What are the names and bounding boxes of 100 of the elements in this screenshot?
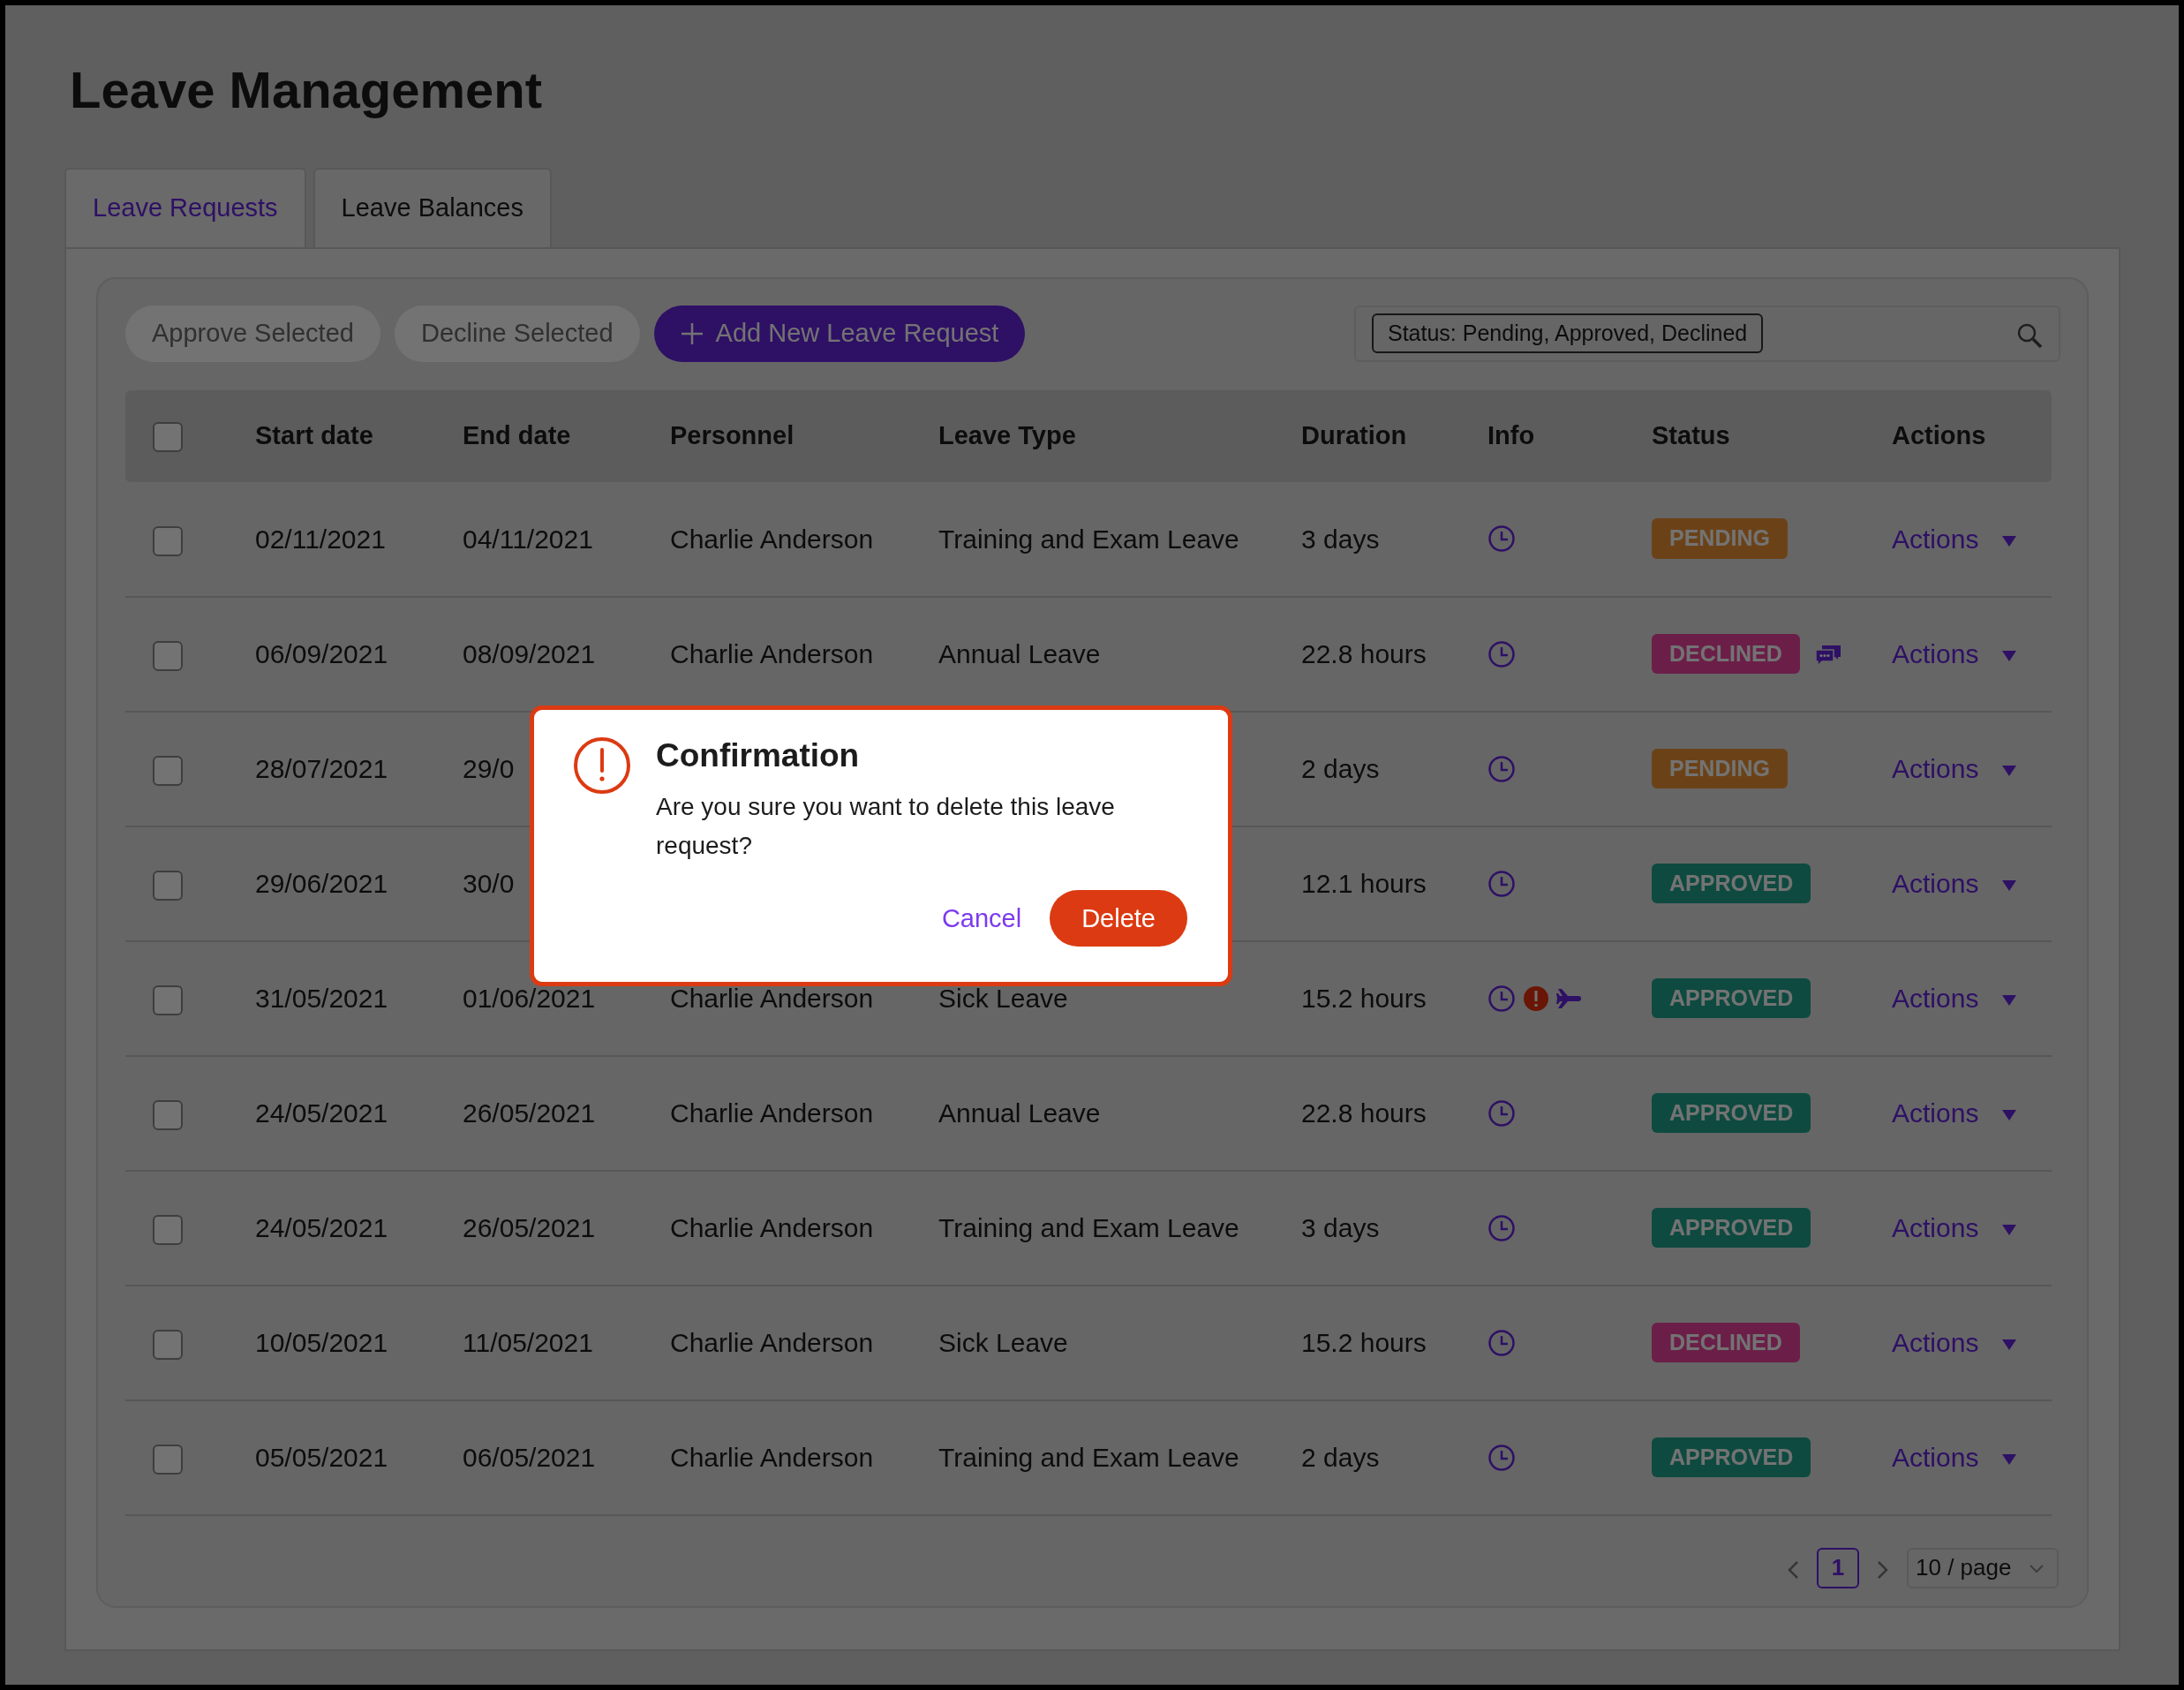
table-cell: 22.8 hours: [1301, 1098, 1427, 1128]
caret-icon: [2001, 1224, 2018, 1237]
status-tag: DECLINED: [1652, 1322, 1800, 1363]
actions-dropdown[interactable]: Actions: [1892, 518, 2018, 559]
action-button[interactable]: Approve Selected: [125, 305, 380, 362]
filter-tag[interactable]: Status: Pending, Approved, Declined: [1372, 313, 1764, 354]
status-tag: APPROVED: [1652, 863, 1811, 904]
table-cell: Annual Leave: [938, 1098, 1101, 1128]
clock-icon[interactable]: [1487, 1443, 1516, 1472]
page-title: Leave Management: [70, 60, 544, 120]
table-cell: 06/05/2021: [463, 1443, 596, 1472]
table-cell: 2 days: [1301, 754, 1380, 783]
actions-dropdown[interactable]: Actions: [1892, 978, 2018, 1018]
table-cell: Charlie Anderson: [670, 984, 874, 1013]
table-cell: 10/05/2021: [255, 1328, 388, 1357]
tab[interactable]: Leave Requests: [64, 168, 306, 247]
row-checkbox[interactable]: [153, 985, 183, 1016]
table-cell: 08/09/2021: [463, 639, 596, 668]
page-number[interactable]: 1: [1817, 1547, 1859, 1588]
actions-dropdown[interactable]: Actions: [1892, 1323, 2018, 1362]
next-page-icon[interactable]: [1877, 1560, 1889, 1581]
table-cell: Charlie Anderson: [670, 1443, 874, 1472]
clock-icon[interactable]: [1487, 869, 1516, 898]
column-header: Duration: [1301, 420, 1407, 449]
table-cell: Charlie Anderson: [670, 1098, 874, 1128]
table-cell: Charlie Anderson: [670, 639, 874, 668]
row-checkbox[interactable]: [153, 871, 183, 902]
select-all-checkbox[interactable]: [153, 422, 183, 453]
table-cell: 30/0: [463, 869, 515, 898]
table-cell: 05/05/2021: [255, 1443, 388, 1472]
page-size-value: 10 / page: [1916, 1553, 2012, 1582]
search-icon[interactable]: [2016, 322, 2043, 350]
page-size-select[interactable]: 10 / page: [1907, 1547, 2059, 1588]
actions-dropdown[interactable]: Actions: [1892, 1208, 2018, 1248]
row-checkbox[interactable]: [153, 1330, 183, 1361]
table-cell: Training and Exam Leave: [938, 1443, 1239, 1472]
table-cell: Sick Leave: [938, 1328, 1068, 1357]
table-cell: 06/09/2021: [255, 639, 388, 668]
clock-icon[interactable]: [1487, 1328, 1516, 1357]
delete-button[interactable]: Delete: [1050, 890, 1187, 947]
table-cell: Charlie Anderson: [670, 524, 874, 554]
table-cell: 02/11/2021: [255, 524, 386, 554]
dialog-title: Confirmation: [656, 736, 861, 775]
table-cell: Training and Exam Leave: [938, 524, 1239, 554]
column-header: End date: [463, 420, 571, 449]
row-checkbox[interactable]: [153, 525, 183, 556]
table-cell: 26/05/2021: [463, 1213, 596, 1242]
status-tag: APPROVED: [1652, 1207, 1811, 1249]
table-cell: 31/05/2021: [255, 984, 388, 1013]
caret-icon: [2001, 1453, 2018, 1467]
actions-dropdown[interactable]: Actions: [1892, 1093, 2018, 1133]
column-header: Personnel: [670, 420, 795, 449]
status-tag: DECLINED: [1652, 633, 1800, 675]
caret-icon: [2001, 1339, 2018, 1352]
table-cell: 3 days: [1301, 524, 1380, 554]
status-tag: APPROVED: [1652, 1092, 1811, 1134]
clock-icon[interactable]: [1487, 754, 1516, 783]
clock-icon[interactable]: [1487, 639, 1516, 668]
table-cell: Training and Exam Leave: [938, 1213, 1239, 1242]
row-checkbox[interactable]: [153, 756, 183, 787]
clock-icon[interactable]: [1487, 1098, 1516, 1128]
table-cell: Sick Leave: [938, 984, 1068, 1013]
caret-icon: [2001, 765, 2018, 778]
column-header: Start date: [255, 420, 373, 449]
caret-icon: [2001, 879, 2018, 893]
row-checkbox[interactable]: [153, 1215, 183, 1246]
caret-icon: [2001, 650, 2018, 663]
table-cell: Charlie Anderson: [670, 1213, 874, 1242]
dialog-message: Are you sure you want to delete this leave request?: [656, 792, 1116, 862]
actions-dropdown[interactable]: Actions: [1892, 634, 2018, 674]
actions-dropdown[interactable]: Actions: [1892, 1437, 2018, 1477]
action-button[interactable]: Add New Leave Request: [653, 305, 1026, 362]
table-cell: 28/07/2021: [255, 754, 388, 783]
cancel-button[interactable]: Cancel: [941, 899, 1022, 939]
row-checkbox[interactable]: [153, 1445, 183, 1475]
caret-icon: [2001, 534, 2018, 547]
table-cell: 22.8 hours: [1301, 639, 1427, 668]
table-cell: 26/05/2021: [463, 1098, 596, 1128]
actions-dropdown[interactable]: Actions: [1892, 864, 2018, 903]
action-button[interactable]: Decline Selected: [394, 305, 640, 362]
column-header: Actions: [1892, 420, 1986, 449]
status-tag: APPROVED: [1652, 977, 1811, 1019]
previous-page-icon[interactable]: [1787, 1560, 1799, 1581]
caret-icon: [2001, 994, 2018, 1007]
clock-icon[interactable]: [1487, 1213, 1516, 1242]
warning-icon: [573, 736, 631, 795]
row-checkbox[interactable]: [153, 1100, 183, 1131]
table-cell: 11/05/2021: [463, 1328, 593, 1357]
status-tag: APPROVED: [1652, 1437, 1811, 1478]
table-cell: 24/05/2021: [255, 1213, 388, 1242]
table-cell: Annual Leave: [938, 639, 1101, 668]
row-checkbox[interactable]: [153, 641, 183, 672]
table-cell: Charlie Anderson: [670, 1328, 874, 1357]
clock-icon[interactable]: [1487, 984, 1516, 1013]
actions-dropdown[interactable]: Actions: [1892, 749, 2018, 788]
table-cell: 29/0: [463, 754, 515, 783]
clock-icon[interactable]: [1487, 524, 1516, 553]
filter-field[interactable]: Status: Pending, Approved, Declined: [1354, 305, 2060, 362]
column-header: Info: [1487, 420, 1535, 449]
tab[interactable]: Leave Balances: [313, 168, 552, 247]
